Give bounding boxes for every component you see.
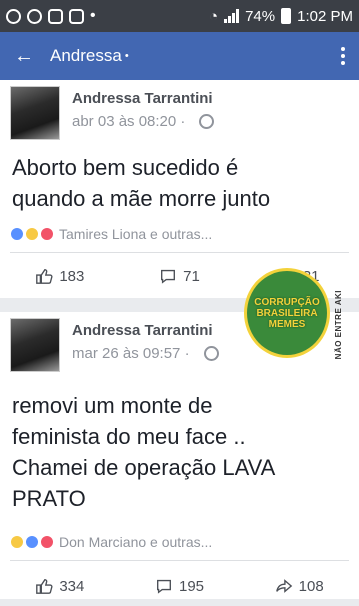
post-text: Aborto bem sucedido é quando a mãe morre… xyxy=(12,155,271,211)
instagram-icon-2 xyxy=(69,8,84,24)
notification-icons: • xyxy=(6,7,96,25)
share-count: 108 xyxy=(298,577,324,595)
author-name[interactable]: Andressa Tarrantini xyxy=(72,322,219,339)
globe-icon xyxy=(203,346,219,361)
reactions-text: Tamires Liona e outras... xyxy=(59,226,213,242)
profile-title: Andressa xyxy=(50,46,122,65)
clock: 1:02 PM xyxy=(297,7,353,25)
facebook-icon xyxy=(6,8,21,24)
like-reaction-icon xyxy=(25,535,39,549)
share-icon xyxy=(275,579,292,593)
instagram-icon xyxy=(48,8,63,24)
signal-icon xyxy=(224,9,240,23)
status-bar: • ◔ 74% 1:02 PM xyxy=(0,0,359,32)
reactions-summary[interactable]: Tamires Liona e outras... xyxy=(10,226,212,242)
love-reaction-icon xyxy=(40,227,54,241)
haha-reaction-icon xyxy=(10,535,24,549)
post-text: removi um monte de feminista do meu face… xyxy=(12,393,276,511)
comment-count: 195 xyxy=(178,577,205,595)
app-bar: ← Andressa • xyxy=(0,32,359,80)
haha-reaction-icon xyxy=(25,227,39,241)
watermark-side-text: NÃO ENTRE AKI xyxy=(334,290,343,360)
more-notifications-icon: • xyxy=(90,7,96,24)
battery-icon xyxy=(281,8,292,24)
post-time[interactable]: abr 03 às 08:20 · xyxy=(72,113,185,130)
avatar[interactable] xyxy=(10,86,60,140)
back-arrow-icon[interactable]: ← xyxy=(14,45,34,68)
comment-icon xyxy=(157,579,171,594)
love-reaction-icon xyxy=(40,535,54,549)
post-header: Andressa Tarrantini mar 26 às 09:57 · xyxy=(10,318,219,372)
like-reaction-icon xyxy=(10,227,24,241)
author-name[interactable]: Andressa Tarrantini xyxy=(72,90,214,107)
watermark-text: CORRUPÇÃO BRASILEIRA MEMES xyxy=(254,296,320,330)
like-count: 183 xyxy=(59,267,85,285)
comment-button[interactable]: 71 xyxy=(120,267,240,285)
globe-icon xyxy=(199,114,215,129)
post-card: Andressa Tarrantini abr 03 às 08:20 · Ab… xyxy=(0,80,359,298)
battery-percent: 74% xyxy=(245,7,276,25)
online-dot: • xyxy=(124,50,129,62)
watermark-logo: CORRUPÇÃO BRASILEIRA MEMES xyxy=(244,268,330,358)
post-header: Andressa Tarrantini abr 03 às 08:20 · xyxy=(10,86,215,140)
like-count: 334 xyxy=(59,577,85,595)
reactions-summary[interactable]: Don Marciano e outras... xyxy=(10,534,212,550)
whatsapp-icon xyxy=(27,8,42,24)
comment-icon xyxy=(161,269,176,284)
like-icon xyxy=(36,269,53,284)
like-button[interactable]: 183 xyxy=(0,267,120,285)
comment-button[interactable]: 195 xyxy=(120,577,240,595)
post-time[interactable]: mar 26 às 09:57 · xyxy=(72,345,190,362)
wifi-icon: ◔ xyxy=(209,7,219,25)
post-card: Andressa Tarrantini mar 26 às 09:57 · re… xyxy=(0,312,359,599)
avatar[interactable] xyxy=(10,318,60,372)
more-options-icon[interactable] xyxy=(341,47,345,65)
share-button[interactable]: 108 xyxy=(239,577,359,595)
divider xyxy=(10,252,349,253)
divider xyxy=(10,560,349,561)
like-button[interactable]: 334 xyxy=(0,577,120,595)
action-bar: 334 195 108 xyxy=(0,566,359,606)
reactions-text: Don Marciano e outras... xyxy=(59,534,213,550)
like-icon xyxy=(36,579,53,594)
comment-count: 71 xyxy=(183,267,200,285)
